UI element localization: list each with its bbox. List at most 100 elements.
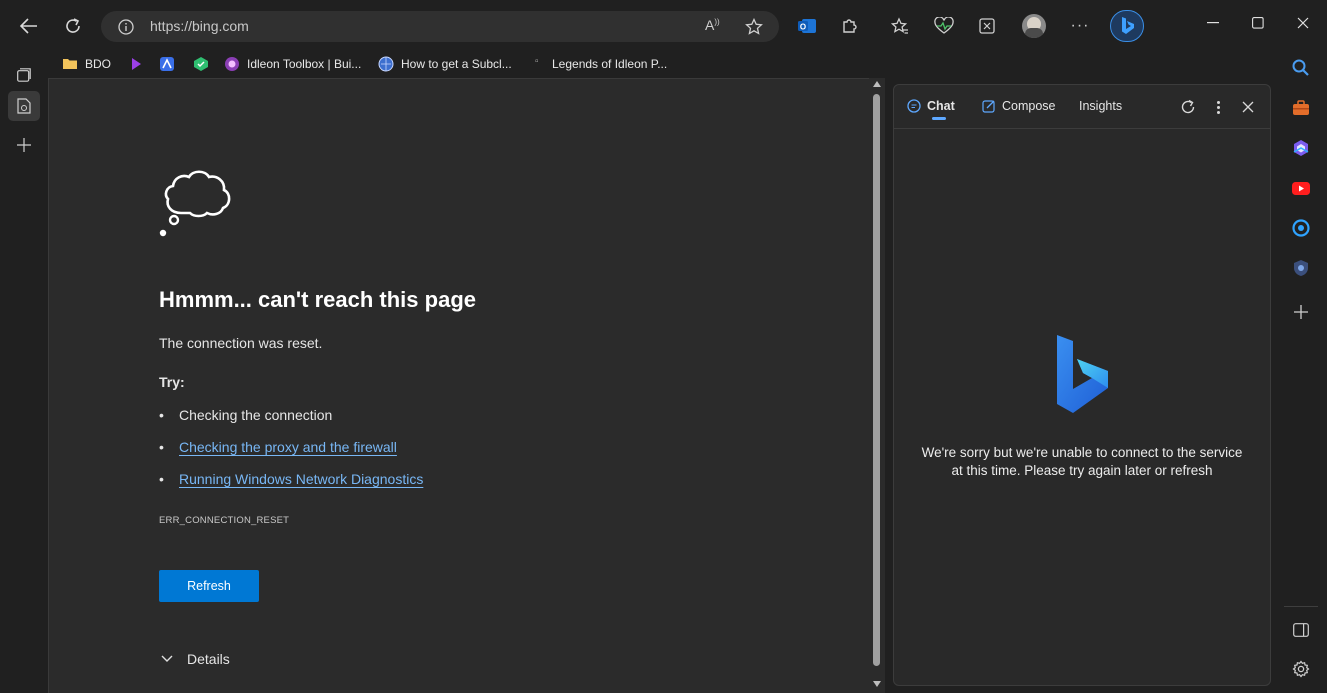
reload-button[interactable]	[58, 12, 88, 40]
new-tab-button[interactable]	[10, 132, 38, 158]
back-button[interactable]	[14, 12, 44, 40]
vertical-tab-bar	[0, 68, 48, 693]
drop-circle-icon	[1292, 219, 1310, 237]
extensions-button[interactable]	[840, 16, 860, 36]
sidebar-tools-button[interactable]	[1289, 98, 1313, 118]
refresh-button[interactable]: Refresh	[159, 570, 259, 602]
error-message: The connection was reset.	[159, 335, 323, 351]
site-info-icon[interactable]	[118, 19, 134, 35]
bookmark-shield[interactable]	[193, 50, 216, 78]
copilot-side-panel: Chat Compose Insights We're sorry but we…	[893, 84, 1271, 686]
url-text: https://bing.com	[150, 18, 249, 34]
tab-compose[interactable]: Compose	[982, 99, 1056, 113]
favorites-star-list-icon	[891, 17, 908, 34]
idleon-toolbox-icon	[225, 57, 239, 71]
suggestion-network-diagnostics: • Running Windows Network Diagnostics	[159, 471, 423, 487]
favorites-button[interactable]	[890, 16, 910, 36]
tab-insights[interactable]: Insights	[1079, 99, 1122, 113]
panel-refresh-button[interactable]	[1178, 97, 1198, 117]
tab-label: Compose	[1002, 99, 1056, 113]
panel-error-line: at this time. Please try again later or …	[951, 463, 1213, 478]
panel-error-message: We're sorry but we're unable to connect …	[894, 444, 1270, 480]
puzzle-icon	[843, 19, 857, 33]
folder-icon	[63, 59, 77, 69]
suggestion-proxy-firewall: • Checking the proxy and the firewall	[159, 439, 397, 455]
panel-close-button[interactable]	[1238, 97, 1258, 117]
bookmark-label: Legends of Idleon P...	[552, 57, 668, 71]
plus-icon	[17, 138, 31, 152]
network-diagnostics-link[interactable]: Running Windows Network Diagnostics	[179, 471, 423, 487]
outlook-icon: O	[798, 19, 816, 33]
bing-logo-icon	[1057, 335, 1108, 413]
sidebar-app-button[interactable]	[1289, 258, 1313, 278]
sidebar-settings-button[interactable]	[1289, 659, 1313, 679]
bookmark-subclass[interactable]: How to get a Subcl...	[378, 50, 512, 78]
search-icon	[1292, 59, 1309, 76]
globe-icon	[378, 56, 394, 72]
read-aloud-icon[interactable]: A))	[705, 17, 720, 33]
minimize-button[interactable]	[1198, 12, 1228, 34]
edge-sidebar	[1276, 50, 1327, 693]
tab-actions-button[interactable]	[10, 62, 38, 88]
page-scrollbar[interactable]	[869, 78, 885, 693]
scrollbar-thumb[interactable]	[873, 94, 880, 666]
address-bar[interactable]: https://bing.com A))	[101, 11, 779, 42]
sidebar-youtube-button[interactable]	[1289, 178, 1313, 198]
panel-more-button[interactable]	[1208, 97, 1228, 117]
bookmark-label: Idleon Toolbox | Bui...	[247, 57, 362, 71]
purple-play-icon	[132, 58, 141, 70]
maximize-button[interactable]	[1243, 12, 1273, 34]
bullet: •	[159, 471, 164, 487]
web-capture-icon	[979, 18, 995, 34]
sidebar-office-button[interactable]	[1289, 138, 1313, 158]
ellipsis-icon: ···	[1070, 17, 1090, 34]
broken-page-icon	[17, 98, 31, 114]
tab-chat[interactable]: Chat	[907, 99, 955, 113]
more-menu-button[interactable]: ···	[1069, 16, 1091, 36]
back-arrow-icon	[20, 18, 37, 34]
bookmark-twitch[interactable]	[128, 50, 151, 78]
bing-copilot-button[interactable]	[1110, 10, 1144, 42]
app-logo-icon	[160, 57, 174, 71]
bookmark-bdo[interactable]: BDO	[62, 50, 111, 78]
toolbox-icon	[1293, 100, 1309, 115]
profile-avatar[interactable]	[1022, 14, 1046, 38]
sidebar-drop-button[interactable]	[1289, 218, 1313, 238]
active-tab-indicator	[932, 117, 946, 120]
proxy-firewall-link[interactable]: Checking the proxy and the firewall	[179, 439, 397, 455]
green-badge-icon	[194, 57, 208, 71]
hide-sidebar-button[interactable]	[1289, 620, 1313, 640]
bullet: •	[159, 439, 164, 455]
svg-text:O: O	[800, 23, 806, 32]
scroll-down-icon[interactable]	[873, 681, 881, 687]
favorite-star-icon[interactable]	[745, 18, 763, 36]
sidebar-panel-icon	[1293, 623, 1309, 637]
panel-error-line: We're sorry but we're unable to connect …	[921, 445, 1243, 460]
sidebar-add-button[interactable]	[1289, 302, 1313, 322]
close-window-button[interactable]	[1288, 12, 1318, 34]
bookmark-app[interactable]	[159, 50, 182, 78]
error-code: ERR_CONNECTION_RESET	[159, 515, 290, 526]
microsoft-365-icon	[1293, 140, 1309, 156]
error-heading: Hmmm... can't reach this page	[159, 287, 476, 312]
bookmark-idleon-toolbox[interactable]: Idleon Toolbox | Bui...	[224, 50, 361, 78]
maximize-icon	[1252, 17, 1264, 29]
details-toggle[interactable]: Details	[161, 651, 230, 667]
page-icon: ▫	[535, 56, 539, 67]
bing-logo-icon	[1122, 17, 1134, 34]
scroll-up-icon[interactable]	[873, 81, 881, 87]
youtube-icon	[1292, 181, 1310, 195]
close-icon	[1297, 17, 1309, 29]
sidebar-divider	[1284, 606, 1318, 607]
browser-essentials-button[interactable]	[934, 16, 954, 36]
tab-bing[interactable]	[8, 91, 40, 121]
outlook-extension-button[interactable]: O	[797, 16, 817, 36]
chat-bubble-icon	[907, 99, 921, 113]
suggestion-check-connection: • Checking the connection	[159, 407, 332, 423]
thought-cloud-icon	[159, 170, 231, 237]
plus-icon	[1294, 305, 1308, 319]
tab-actions-icon	[17, 68, 31, 82]
sidebar-search-button[interactable]	[1289, 58, 1313, 78]
bookmark-legends-idleon[interactable]: ▫ Legends of Idleon P...	[535, 50, 667, 78]
screenshot-button[interactable]	[977, 16, 997, 36]
